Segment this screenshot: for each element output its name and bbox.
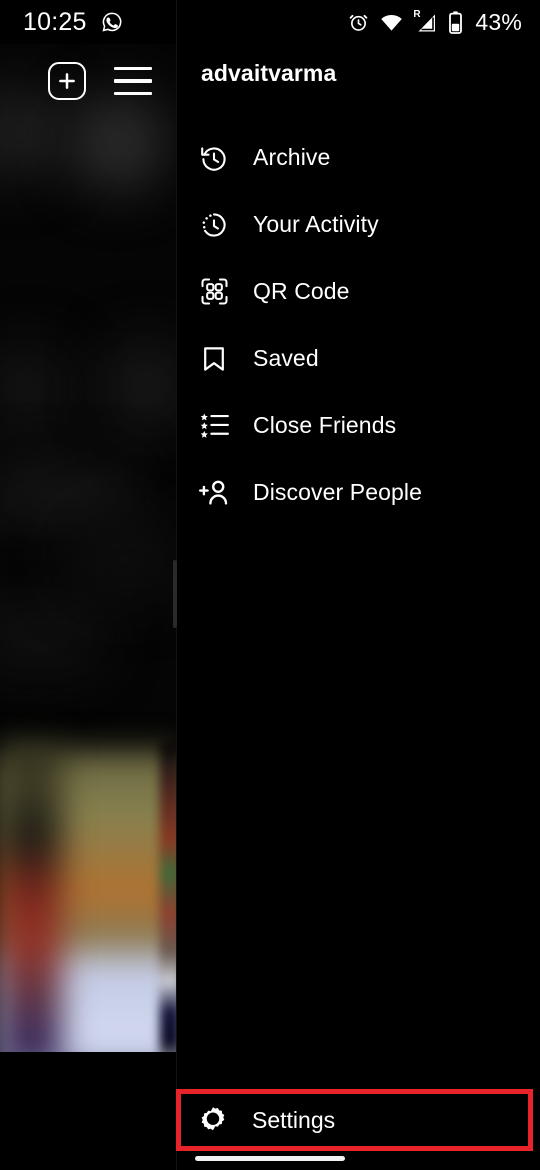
wifi-icon — [380, 13, 403, 32]
plus-square-icon[interactable] — [48, 62, 86, 100]
blurred-feed-bottom — [0, 1052, 180, 1170]
status-clock: 10:25 — [23, 7, 87, 36]
menu-item-archive[interactable]: Archive — [177, 124, 540, 191]
battery-percentage: 43% — [475, 8, 522, 35]
status-bar-right: R 43% — [348, 0, 522, 44]
status-bar: 10:25 R 43% — [0, 0, 540, 44]
menu-item-close-friends[interactable]: Close Friends — [177, 392, 540, 459]
cellular-signal-icon: R — [413, 10, 438, 33]
drawer-menu-list: Archive Your Activity QR Code Saved Clos… — [177, 124, 540, 526]
drawer-username: advaitvarma — [201, 60, 337, 86]
menu-item-label: Saved — [253, 345, 319, 371]
menu-item-qr-code[interactable]: QR Code — [177, 258, 540, 325]
settings-label: Settings — [252, 1106, 336, 1133]
blurred-post-image-left — [0, 742, 62, 1072]
menu-item-label: Your Activity — [253, 211, 379, 237]
menu-item-saved[interactable]: Saved — [177, 325, 540, 392]
menu-item-settings[interactable]: Settings — [176, 1089, 533, 1151]
archive-clock-icon — [197, 141, 231, 175]
scroll-indicator[interactable] — [173, 560, 177, 628]
menu-item-label: Close Friends — [253, 412, 397, 438]
menu-item-label: Archive — [253, 144, 331, 170]
side-drawer: advaitvarma Archive Your Activity QR Cod… — [173, 0, 540, 1170]
menu-item-your-activity[interactable]: Your Activity — [177, 191, 540, 258]
status-bar-left: 10:25 — [23, 0, 123, 44]
menu-item-label: QR Code — [253, 278, 350, 304]
star-list-icon — [197, 409, 231, 443]
blurred-stories-strip — [0, 44, 180, 744]
whatsapp-icon — [101, 11, 123, 33]
feed-header-actions — [0, 50, 176, 112]
activity-clock-icon — [197, 208, 231, 242]
menu-item-label: Discover People — [253, 479, 422, 505]
bookmark-icon — [197, 342, 231, 376]
phone-screen: 10:25 R 43% advaitvarma Archive Your Act… — [0, 0, 540, 1170]
battery-icon — [449, 10, 463, 34]
menu-item-discover-people[interactable]: Discover People — [177, 459, 540, 526]
qr-code-icon — [197, 275, 231, 309]
gear-icon — [196, 1103, 230, 1137]
add-person-icon — [197, 476, 231, 510]
home-indicator[interactable] — [195, 1156, 345, 1161]
alarm-clock-icon — [348, 12, 369, 33]
hamburger-menu-icon[interactable] — [114, 67, 152, 95]
blurred-feed-background — [0, 0, 180, 1170]
